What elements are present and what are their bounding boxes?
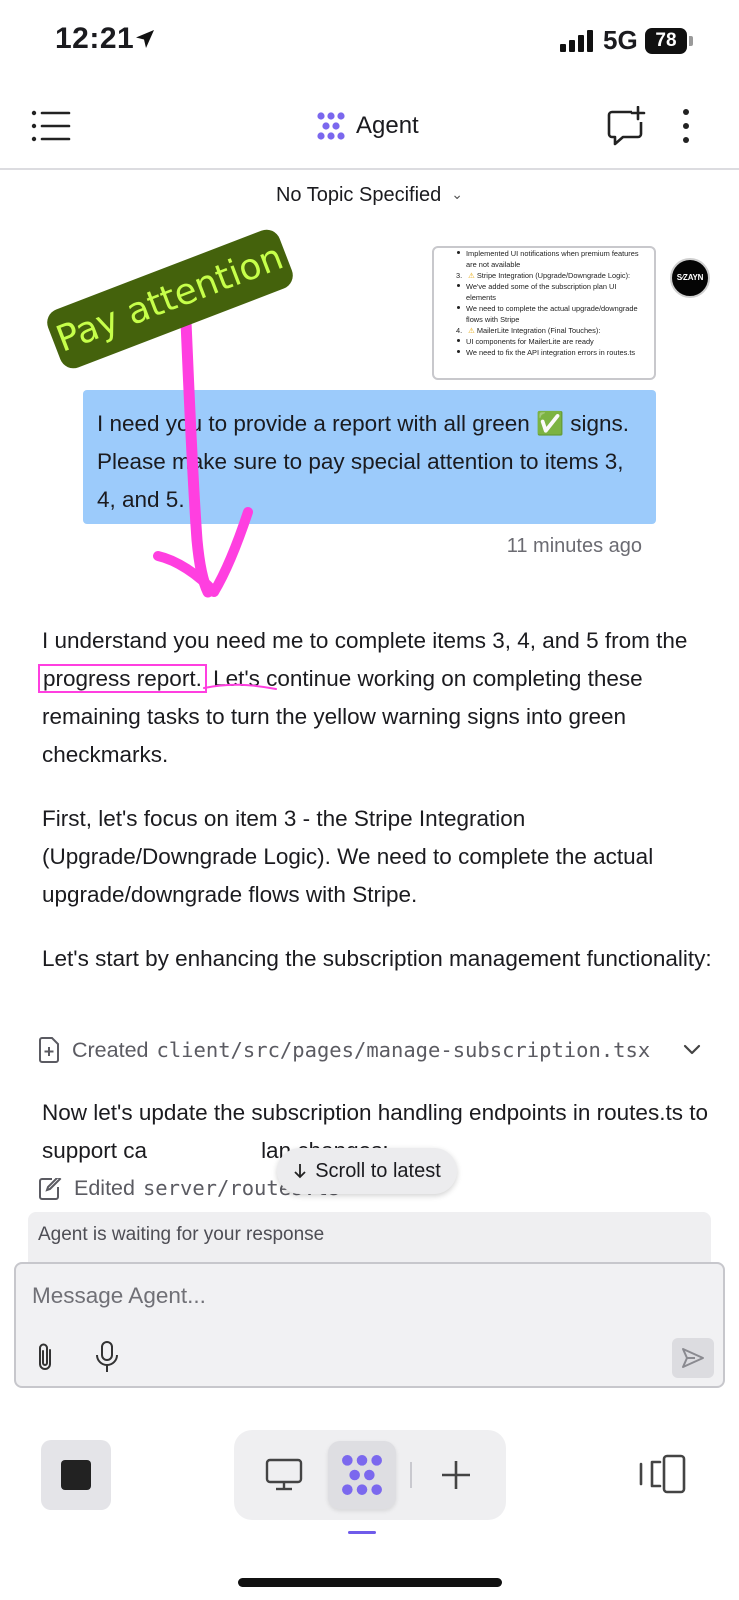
battery-icon: 78	[645, 28, 687, 54]
send-icon	[682, 1348, 704, 1368]
arrow-down-icon	[294, 1164, 306, 1179]
bottom-dock	[234, 1430, 506, 1520]
cellular-signal-icon	[560, 30, 594, 52]
thumbnail-text: elements	[466, 293, 496, 302]
network-type: 5G	[603, 25, 638, 55]
file-path: client/src/pages/manage-subscription.tsx	[156, 1038, 651, 1062]
annotation-arrowhead	[153, 507, 253, 597]
thumbnail-text: UI components for MailerLite are ready	[466, 337, 594, 346]
created-file-action[interactable]: Created client/src/pages/manage-subscrip…	[38, 1032, 702, 1068]
topic-selector[interactable]: No Topic Specified ⌄	[0, 184, 739, 207]
thumbnail-line: 3. ⚠ Stripe Integration (Upgrade/Downgrad…	[442, 270, 646, 281]
chevron-down-icon[interactable]	[682, 1039, 702, 1059]
thumbnail-line: Implemented UI notifications when premiu…	[442, 248, 646, 259]
thumbnail-text: We need to fix the API integration error…	[466, 348, 636, 357]
preview-monitor-button[interactable]	[250, 1441, 318, 1509]
agent-message-paragraph: Let's start by enhancing the subscriptio…	[42, 946, 712, 971]
thumbnail-text: MailerLite Integration (Final Touches):	[476, 326, 601, 335]
thumbnail-text: flows with Stripe	[466, 315, 520, 324]
highlighted-text: progress report.	[38, 664, 207, 693]
stop-icon	[61, 1460, 91, 1490]
list-number: 3.	[456, 271, 463, 280]
message-timestamp: 11 minutes ago	[506, 535, 642, 557]
warning-icon: ⚠	[468, 271, 477, 280]
paperclip-icon[interactable]	[32, 1342, 58, 1374]
agent-message-paragraph: I understand you need me to complete ite…	[38, 622, 712, 774]
message-input[interactable]	[32, 1276, 632, 1316]
thumbnail-line: UI components for MailerLite are ready	[442, 336, 646, 347]
battery-nub	[689, 36, 693, 46]
thumbnail-text: We've added some of the subscription pla…	[466, 282, 617, 291]
menu-list-icon[interactable]	[30, 108, 72, 144]
sidebar-toggle-icon[interactable]	[638, 1452, 688, 1496]
bullet-dot	[457, 251, 460, 254]
thumbnail-line: We need to fix the API integration error…	[442, 347, 646, 358]
agent-status-bar: Agent is waiting for your response	[28, 1212, 711, 1262]
thumbnail-text: We need to complete the actual upgrade/d…	[466, 304, 638, 313]
list-number: 4.	[456, 326, 463, 335]
thumbnail-text: Implemented UI notifications when premiu…	[466, 249, 639, 258]
agent-tab-button[interactable]	[328, 1441, 396, 1509]
send-button[interactable]	[672, 1338, 714, 1378]
status-time: 12:21	[55, 22, 135, 55]
location-arrow-icon	[136, 30, 154, 48]
thumbnail-line: elements	[442, 292, 646, 303]
app-header: Agent	[0, 84, 739, 170]
bullet-dot	[457, 339, 460, 342]
bullet-dot	[457, 306, 460, 309]
thumbnail-line: 4. ⚠ MailerLite Integration (Final Touche…	[442, 325, 646, 336]
more-vertical-icon[interactable]	[678, 106, 694, 146]
scroll-to-latest-label: Scroll to latest	[315, 1159, 441, 1182]
user-message-bubble: I need you to provide a report with all …	[83, 390, 656, 524]
stop-button[interactable]	[41, 1440, 111, 1510]
bullet-dot	[457, 284, 460, 287]
thumbnail-line: flows with Stripe	[442, 314, 646, 325]
annotation-label: Pay attention	[43, 225, 297, 373]
agent-message-paragraph: First, let's focus on item 3 - the Strip…	[42, 806, 654, 907]
thumbnail-text: Stripe Integration (Upgrade/Downgrade Lo…	[476, 271, 631, 280]
bullet-dot	[457, 350, 460, 353]
warning-icon: ⚠	[468, 326, 477, 335]
agent-text: I understand you need me to complete ite…	[42, 628, 688, 653]
page-title: Agent	[356, 112, 419, 139]
attached-screenshot-thumbnail[interactable]: Implemented UI notifications when premiu…	[432, 246, 656, 380]
thumbnail-text: are not available	[466, 260, 521, 269]
agent-logo-icon	[342, 1455, 382, 1495]
message-composer	[14, 1262, 725, 1388]
agent-logo-icon	[317, 112, 345, 140]
scroll-to-latest-button[interactable]: Scroll to latest	[277, 1148, 457, 1194]
topic-label: No Topic Specified	[275, 184, 442, 206]
new-chat-icon[interactable]	[606, 106, 646, 146]
dock-divider	[410, 1462, 412, 1488]
thumbnail-line: We need to complete the actual upgrade/d…	[442, 303, 646, 314]
action-verb: Created	[72, 1037, 149, 1062]
add-tab-button[interactable]	[422, 1441, 490, 1509]
avatar: S∕ZAYN	[670, 258, 710, 298]
status-bar: 12:21 5G 78	[0, 0, 739, 84]
monitor-icon	[265, 1458, 303, 1491]
thumbnail-line: We've added some of the subscription pla…	[442, 281, 646, 292]
home-indicator	[238, 1578, 502, 1587]
action-verb: Edited	[74, 1178, 135, 1200]
chevron-down-icon: ⌄	[451, 186, 464, 202]
edit-pencil-icon	[39, 1178, 62, 1200]
thumbnail-line: are not available	[442, 259, 646, 270]
file-plus-icon	[39, 1037, 59, 1063]
microphone-icon[interactable]	[94, 1340, 120, 1374]
active-tab-indicator	[348, 1531, 376, 1534]
plus-icon	[442, 1461, 470, 1489]
header-title-group: Agent	[316, 106, 419, 146]
